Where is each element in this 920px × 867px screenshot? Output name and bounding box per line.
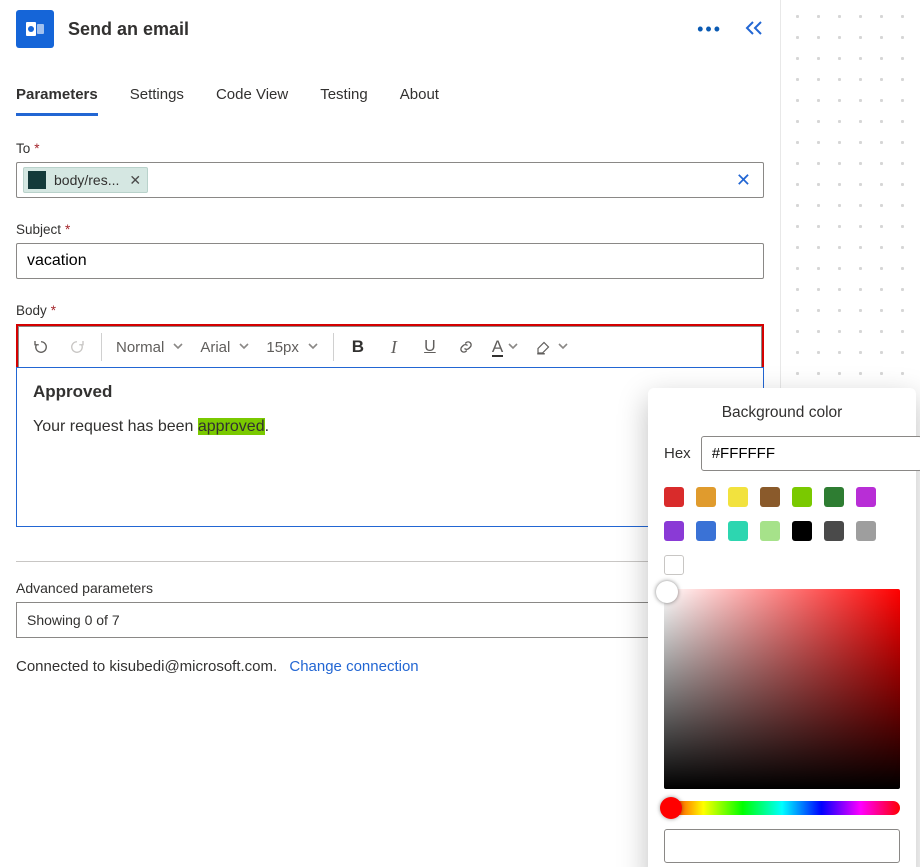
hex-label: Hex: [664, 445, 691, 462]
panel-title: Send an email: [68, 19, 697, 40]
to-clear-icon[interactable]: ✕: [730, 170, 757, 191]
font-select-label: Arial: [200, 339, 230, 356]
highlight-color-button[interactable]: [529, 338, 575, 356]
swatch[interactable]: [824, 487, 844, 507]
panel-header: Send an email •••: [16, 0, 764, 62]
swatch[interactable]: [824, 521, 844, 541]
font-select[interactable]: Arial: [194, 339, 256, 356]
tab-parameters[interactable]: Parameters: [16, 80, 98, 116]
rich-text-toolbar: Normal Arial 15px B I U: [18, 326, 762, 368]
swatch[interactable]: [696, 487, 716, 507]
dynamic-content-icon: [28, 171, 46, 189]
swatch[interactable]: [792, 521, 812, 541]
color-picker-title: Background color: [664, 404, 900, 422]
swatch-row-1: [664, 487, 900, 507]
swatch[interactable]: [792, 487, 812, 507]
link-button[interactable]: [450, 330, 482, 364]
subject-input[interactable]: [17, 244, 763, 278]
outlook-icon: [16, 10, 54, 48]
to-chip[interactable]: body/res... ✕: [23, 167, 148, 193]
swatch[interactable]: [856, 487, 876, 507]
tab-settings[interactable]: Settings: [130, 80, 184, 116]
redo-button[interactable]: [61, 330, 93, 364]
body-text: Your request has been approved.: [33, 418, 747, 436]
undo-button[interactable]: [25, 330, 57, 364]
color-picker-popover: Background color Hex: [648, 388, 916, 867]
underline-button[interactable]: U: [414, 330, 446, 364]
picker-thumb[interactable]: [656, 581, 678, 603]
italic-button[interactable]: I: [378, 330, 410, 364]
swatch[interactable]: [760, 521, 780, 541]
font-color-button[interactable]: A: [486, 338, 525, 357]
tab-testing[interactable]: Testing: [320, 80, 368, 116]
to-label: To*: [16, 141, 764, 156]
change-connection-link[interactable]: Change connection: [289, 658, 418, 675]
body-label: Body*: [16, 303, 764, 318]
swatch-row-2: [664, 521, 900, 541]
size-select-label: 15px: [266, 339, 299, 356]
chevron-down-icon: [307, 339, 319, 356]
subject-label: Subject*: [16, 222, 764, 237]
tabs: Parameters Settings Code View Testing Ab…: [16, 80, 764, 117]
color-extra-input[interactable]: [664, 829, 900, 863]
swatch-row-3: [664, 555, 900, 575]
advanced-parameters-select[interactable]: Showing 0 of 7: [16, 602, 683, 638]
advanced-select-text: Showing 0 of 7: [27, 612, 120, 628]
bold-button[interactable]: B: [342, 330, 374, 364]
highlighted-text: approved: [198, 418, 265, 435]
body-heading: Approved: [33, 382, 747, 402]
to-chip-label: body/res...: [54, 172, 119, 188]
chevron-down-icon: [557, 339, 569, 356]
swatch[interactable]: [664, 521, 684, 541]
collapse-icon[interactable]: [744, 20, 764, 39]
rich-text-toolbar-highlight: Normal Arial 15px B I U: [16, 324, 764, 368]
size-select[interactable]: 15px: [260, 339, 325, 356]
swatch[interactable]: [728, 521, 748, 541]
swatch[interactable]: [696, 521, 716, 541]
format-select-label: Normal: [116, 339, 164, 356]
swatch[interactable]: [728, 487, 748, 507]
hue-thumb[interactable]: [660, 797, 682, 819]
chevron-down-icon: [507, 339, 519, 356]
swatch-white[interactable]: [664, 555, 684, 575]
tab-about[interactable]: About: [400, 80, 439, 116]
format-select[interactable]: Normal: [110, 339, 190, 356]
hex-input[interactable]: [701, 436, 920, 471]
chip-remove-icon[interactable]: ✕: [129, 172, 141, 189]
swatch[interactable]: [664, 487, 684, 507]
tab-code-view[interactable]: Code View: [216, 80, 288, 116]
swatch[interactable]: [760, 487, 780, 507]
saturation-value-picker[interactable]: [664, 589, 900, 789]
chevron-down-icon: [172, 339, 184, 356]
connection-account: kisubedi@microsoft.com.: [109, 658, 277, 675]
to-input[interactable]: body/res... ✕ ✕: [16, 162, 764, 198]
swatch[interactable]: [856, 521, 876, 541]
more-icon[interactable]: •••: [697, 19, 722, 40]
hue-slider[interactable]: [664, 801, 900, 815]
subject-input-wrap: [16, 243, 764, 279]
chevron-down-icon: [238, 339, 250, 356]
